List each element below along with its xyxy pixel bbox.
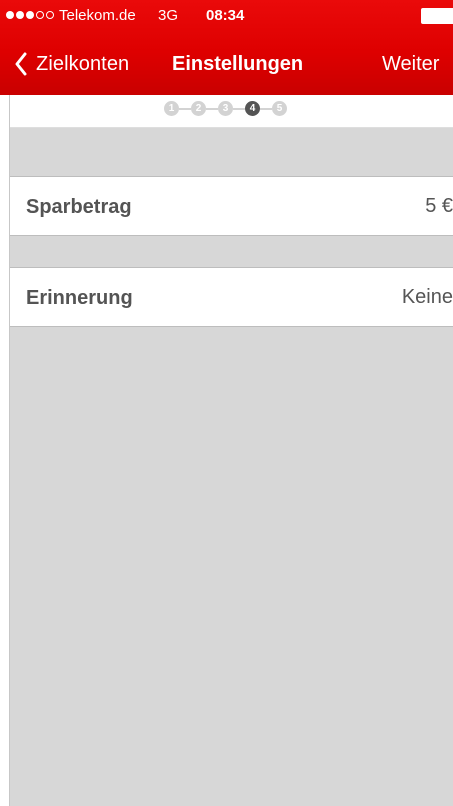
header: Telekom.de 3G 08:34 Zielkonten Einstellu…: [0, 0, 453, 95]
signal-dot: [16, 11, 24, 19]
status-time: 08:34: [206, 7, 245, 24]
navigation-bar: Zielkonten Einstellungen Weiter: [0, 38, 453, 95]
step-2: 2: [191, 101, 206, 116]
signal-strength-icon: [6, 11, 54, 19]
left-edge-divider: [0, 0, 10, 806]
progress-stepper: 1 2 3 4 5: [10, 95, 453, 128]
step-connector: [260, 107, 272, 110]
erinnerung-label: Erinnerung: [26, 287, 133, 309]
back-button-label: Zielkonten: [36, 53, 130, 75]
erinnerung-value: Keine: [401, 286, 453, 308]
signal-dot: [6, 11, 14, 19]
section-gap: [10, 128, 453, 176]
step-connector: [206, 107, 218, 110]
step-5: 5: [272, 101, 287, 116]
next-button[interactable]: Weiter: [382, 50, 439, 78]
page-title: Einstellungen: [172, 53, 304, 75]
network-type: 3G: [158, 7, 179, 24]
step-3: 3: [218, 101, 233, 116]
step-connector: [233, 107, 245, 110]
sparbetrag-value: 5 €: [425, 195, 453, 217]
signal-dot: [26, 11, 34, 19]
settings-row-erinnerung[interactable]: Erinnerung Keine: [10, 267, 453, 327]
signal-dot: [36, 11, 44, 19]
step-connector: [179, 107, 191, 110]
carrier-name: Telekom.de: [59, 7, 136, 24]
back-button[interactable]: Zielkonten: [14, 50, 129, 78]
chevron-left-icon: [15, 52, 27, 76]
signal-dot: [46, 11, 54, 19]
step-indicators: 1 2 3 4 5: [164, 101, 287, 116]
empty-content-area: [10, 328, 453, 806]
battery-icon: [421, 8, 453, 24]
app-screen: Telekom.de 3G 08:34 Zielkonten Einstellu…: [0, 0, 453, 806]
section-gap: [10, 236, 453, 267]
step-1: 1: [164, 101, 179, 116]
settings-row-sparbetrag[interactable]: Sparbetrag 5 €: [10, 176, 453, 236]
status-bar: Telekom.de 3G 08:34: [0, 0, 453, 38]
step-4-active: 4: [245, 101, 260, 116]
sparbetrag-label: Sparbetrag: [26, 196, 132, 218]
